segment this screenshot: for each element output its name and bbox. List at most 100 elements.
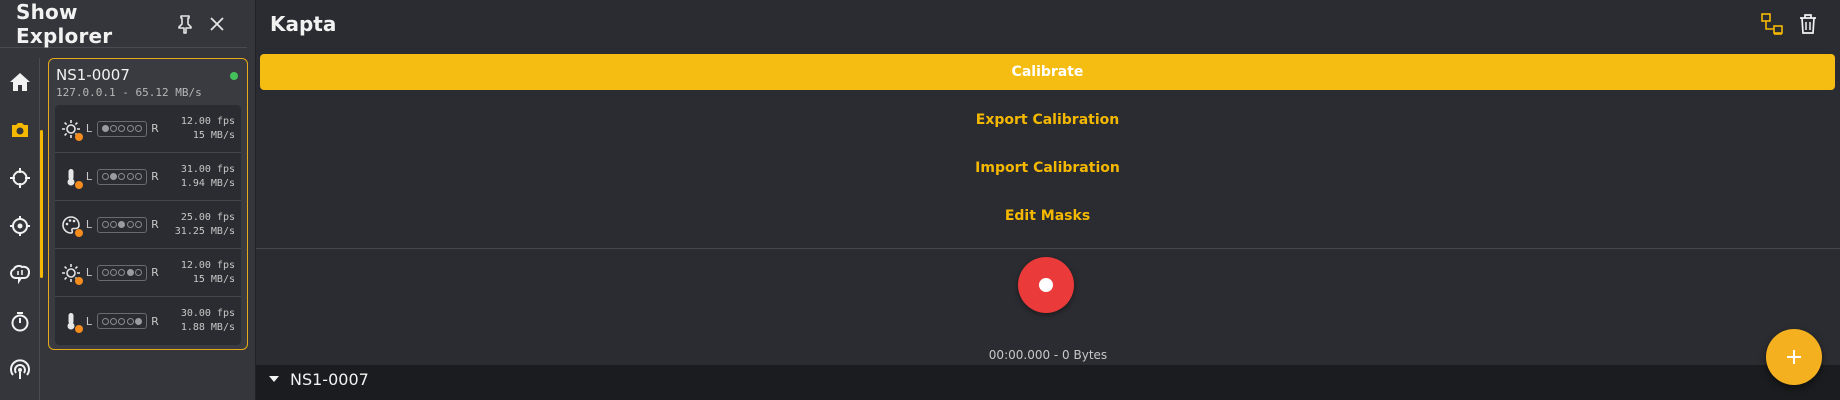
slot [135,173,143,180]
delete-button[interactable] [1790,6,1826,42]
slot [126,221,134,228]
left-label: L [85,314,93,328]
home-icon [10,73,30,91]
brightness-icon [59,261,83,285]
edit-masks-button[interactable]: Edit Masks [260,198,1835,234]
pin-icon [178,14,192,34]
left-label: L [85,122,93,135]
plus-icon [1787,350,1801,364]
device-section-title: NS1-0007 [290,369,369,389]
device-subtitle: 127.0.0.1 - 65.12 MB/s [56,86,202,99]
slot [110,173,118,180]
record-button[interactable] [1018,257,1074,313]
rail-target[interactable] [0,202,40,250]
rail-home[interactable] [0,58,40,106]
slot [135,221,143,228]
right-label: R [151,314,159,328]
rail-broadcast[interactable] [0,346,40,394]
brightness-icon [59,117,83,141]
network-button[interactable] [1754,6,1790,42]
stream-stats: 25.00 fps 31.25 MB/s [161,211,235,239]
stream-rate: 15 MB/s [192,129,235,141]
slot [101,269,109,276]
stream-row[interactable]: L R 12.00 fps 15 MB/s [55,105,241,153]
slot [135,317,143,325]
import-calibration-button[interactable]: Import Calibration [260,150,1835,186]
stream-fps: 31.00 fps [180,163,235,175]
slot [101,125,109,132]
slot [101,173,109,180]
slot [135,269,143,276]
page-title: Kapta [270,12,337,36]
slot [126,173,134,180]
crosshair-icon [10,168,30,188]
device-card[interactable]: NS1-0007 127.0.0.1 - 65.12 MB/s L R 12.0… [48,58,248,350]
stream-rate: 31.25 MB/s [174,225,235,237]
slot-selector[interactable] [97,168,147,185]
app-window: Show Explorer NS1-0007 127.0.0.1 - 65.12… [0,0,1840,400]
stream-fps: 30.00 fps [180,308,235,319]
slot [110,125,118,132]
device-section-bar[interactable]: NS1-0007 [256,365,1840,400]
stream-rate: 1.88 MB/s [180,322,235,333]
nav-rail [0,58,40,400]
export-calibration-button[interactable]: Export Calibration [260,102,1835,138]
right-label: R [151,122,159,135]
slot [101,221,109,228]
rail-brain[interactable] [0,250,40,298]
stream-stats: 30.00 fps 1.88 MB/s [161,307,235,335]
device-section-header[interactable]: NS1-0007 [256,365,1840,393]
rail-camera[interactable] [0,106,40,154]
slot-selector[interactable] [97,120,147,137]
broadcast-icon [10,359,30,379]
stream-status-dot [75,228,83,237]
explorer-title: Show Explorer [16,0,113,48]
rail-timer[interactable] [0,298,40,346]
slot-selector[interactable] [97,216,147,233]
device-name: NS1-0007 [56,66,130,84]
rail-active-indicator [40,130,43,278]
stream-fps: 25.00 fps [180,211,235,223]
timer-icon [11,312,29,332]
stream-status-dot [75,180,83,189]
stream-status-dot [75,276,83,285]
slot [118,125,126,132]
stream-row[interactable]: L R 25.00 fps 31.25 MB/s [55,201,241,249]
right-label: R [151,170,159,183]
calibrate-button[interactable]: Calibrate [260,54,1835,90]
section-divider [256,248,1840,249]
explorer-header: Show Explorer [0,0,247,48]
slot [118,221,126,228]
slot [118,173,126,180]
stream-fps: 12.00 fps [180,259,235,271]
slot [126,269,134,276]
slot-selector[interactable] [97,313,147,329]
record-status: 00:00.000 - 0 Bytes [988,348,1108,362]
main-header: Kapta [256,0,1840,48]
stream-rate: 1.94 MB/s [180,177,235,189]
network-icon [1761,13,1783,35]
stream-row[interactable]: L R 30.00 fps 1.88 MB/s [55,297,241,345]
slot [126,317,134,325]
slot [135,125,143,132]
palette-icon [59,213,83,237]
stream-row[interactable]: L R 12.00 fps 15 MB/s [55,249,241,297]
stream-rate: 15 MB/s [192,273,235,285]
add-button[interactable] [1766,329,1822,385]
brain-icon [9,264,31,285]
pin-button[interactable] [169,8,201,40]
target-icon [10,216,30,236]
close-icon [210,16,224,31]
slot-selector[interactable] [97,264,147,281]
right-label: R [151,218,159,231]
close-button[interactable] [201,8,233,40]
stream-stats: 12.00 fps 15 MB/s [161,259,235,287]
rail-crosshair[interactable] [0,154,40,202]
slot [118,269,126,276]
show-explorer-panel: Show Explorer NS1-0007 127.0.0.1 - 65.12… [0,0,256,400]
slot [110,317,118,325]
thermometer-icon [59,309,83,333]
device-status-indicator [230,72,238,80]
stream-row[interactable]: L R 31.00 fps 1.94 MB/s [55,153,241,201]
left-label: L [85,218,93,231]
